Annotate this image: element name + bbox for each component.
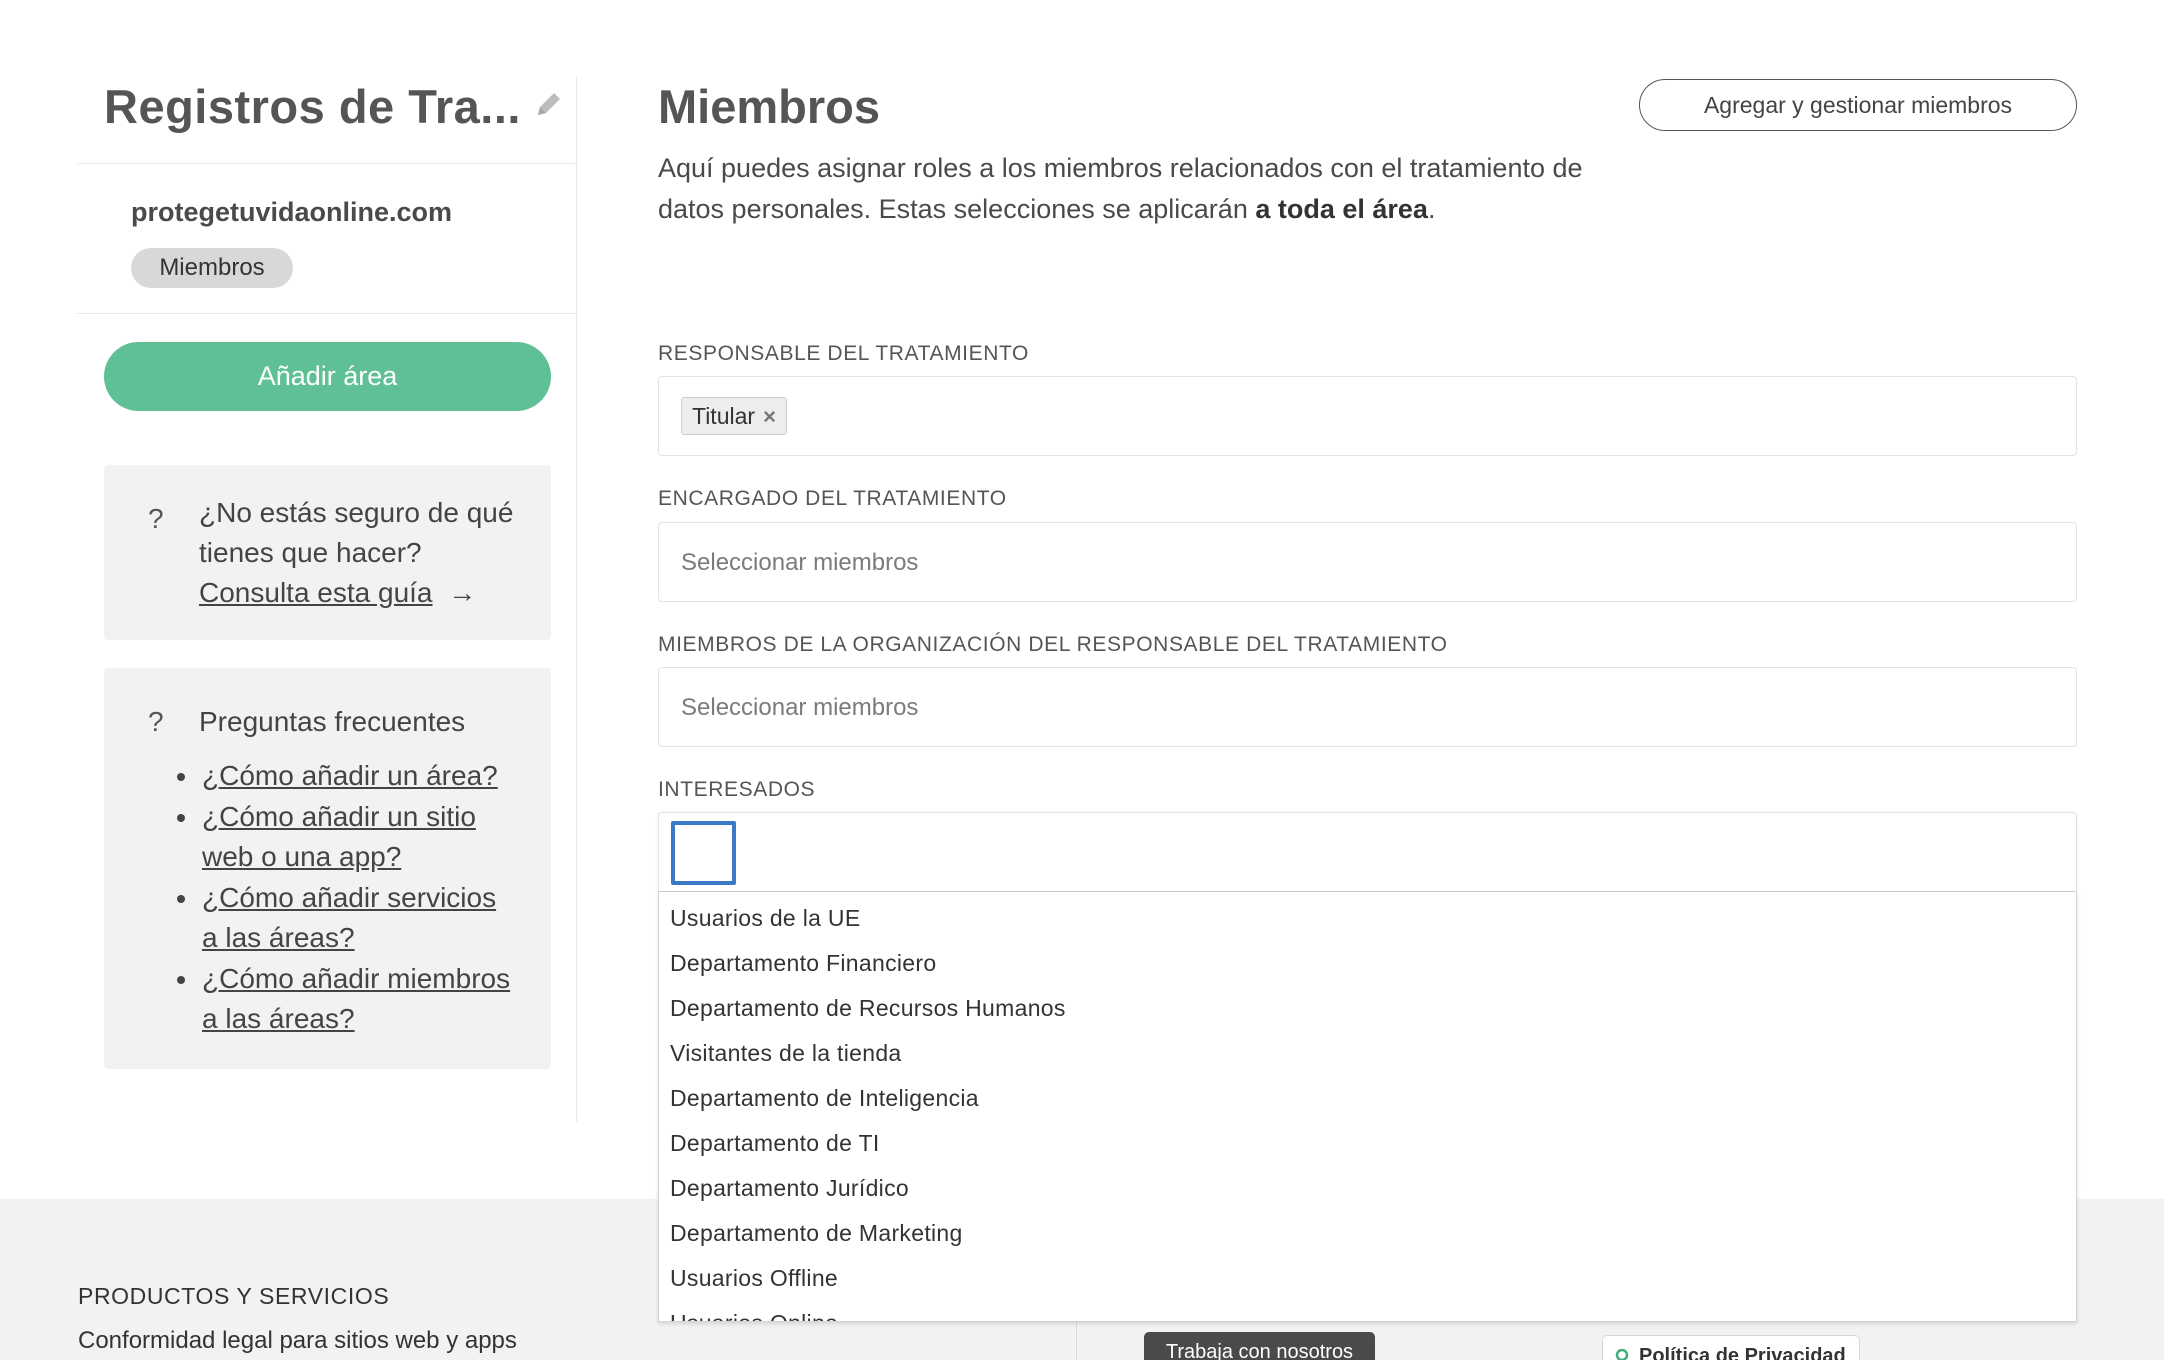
faq-link[interactable]: ¿Cómo añadir miembros a las áreas?: [202, 963, 510, 1034]
guide-link[interactable]: Consulta esta guía: [199, 577, 433, 608]
question-icon: ?: [148, 503, 164, 534]
sidebar-header: Registros de Tra...: [104, 77, 574, 163]
dropdown-option[interactable]: Departamento de TI: [670, 1130, 880, 1157]
dropdown-option[interactable]: Visitantes de la tienda: [670, 1040, 902, 1067]
select-placeholder: Seleccionar miembros: [681, 549, 919, 576]
dropdown-option[interactable]: Departamento Financiero: [670, 950, 936, 977]
description-suffix: .: [1427, 194, 1436, 224]
help-text-body: ¿No estás seguro de qué tienes que hacer…: [199, 497, 514, 568]
dropdown-menu: Usuarios de la UE Departamento Financier…: [658, 892, 2077, 1322]
description-bold: a toda el área: [1255, 194, 1428, 224]
faq-item: ¿Cómo añadir un área?: [177, 756, 517, 796]
close-icon[interactable]: ×: [763, 399, 776, 435]
privacy-policy-badge[interactable]: Política de Privacidad: [1602, 1335, 1860, 1360]
dropdown-option[interactable]: Usuarios Offline: [670, 1265, 838, 1292]
section-badge[interactable]: Miembros: [131, 248, 293, 288]
faq-link[interactable]: ¿Cómo añadir servicios a las áreas?: [202, 882, 496, 953]
processor-label: ENCARGADO DEL TRATAMIENTO: [658, 487, 1007, 510]
selected-tag: Titular ×: [681, 397, 787, 435]
data-subjects-label: INTERESADOS: [658, 778, 816, 801]
processor-select[interactable]: Seleccionar miembros: [658, 522, 2077, 602]
description-text: Aquí puedes asignar roles a los miembros…: [658, 153, 1583, 224]
dropdown-option[interactable]: Departamento de Recursos Humanos: [670, 995, 1066, 1022]
arrow-right-icon[interactable]: →: [448, 577, 476, 608]
sidebar: Registros de Tra... protegetuvidaonline.…: [77, 77, 577, 1122]
dropdown-option[interactable]: Usuarios Online: [670, 1310, 838, 1321]
add-area-button[interactable]: Añadir área: [104, 342, 551, 411]
dropdown-option[interactable]: Departamento de Inteligencia: [670, 1085, 979, 1112]
organization-members-label: MIEMBROS DE LA ORGANIZACIÓN DEL RESPONSA…: [658, 633, 1448, 656]
dropdown-option[interactable]: Usuarios de la UE: [670, 905, 860, 932]
faq-link[interactable]: ¿Cómo añadir un área?: [202, 760, 498, 791]
help-box: ? ¿No estás seguro de qué tienes que hac…: [104, 465, 551, 640]
ribbon-icon: [1615, 1345, 1629, 1360]
faq-item: ¿Cómo añadir servicios a las áreas?: [177, 878, 517, 958]
dropdown-option[interactable]: Departamento Jurídico: [670, 1175, 909, 1202]
manage-members-button[interactable]: Agregar y gestionar miembros: [1639, 79, 2077, 131]
divider: [77, 163, 575, 164]
faq-link[interactable]: ¿Cómo añadir un sitio web o una app?: [202, 801, 476, 872]
organization-members-select[interactable]: Seleccionar miembros: [658, 667, 2077, 747]
careers-button[interactable]: Trabaja con nosotros: [1144, 1332, 1375, 1360]
controller-select[interactable]: Titular ×: [658, 376, 2077, 456]
question-icon: ?: [148, 706, 164, 737]
select-placeholder: Seleccionar miembros: [681, 694, 919, 721]
help-text: ¿No estás seguro de qué tienes que hacer…: [199, 493, 539, 613]
faq-list: ¿Cómo añadir un área? ¿Cómo añadir un si…: [177, 756, 517, 1040]
pencil-icon[interactable]: [532, 87, 566, 121]
divider: [77, 313, 575, 314]
dropdown-option[interactable]: Departamento de Marketing: [670, 1220, 963, 1247]
faq-box: ? Preguntas frecuentes ¿Cómo añadir un á…: [104, 668, 551, 1069]
faq-item: ¿Cómo añadir miembros a las áreas?: [177, 959, 517, 1039]
data-subjects-select[interactable]: [658, 812, 2077, 892]
controller-label: RESPONSABLE DEL TRATAMIENTO: [658, 342, 1029, 365]
site-name: protegetuvidaonline.com: [131, 197, 453, 227]
page-title: Miembros: [658, 80, 880, 133]
footer-heading: PRODUCTOS Y SERVICIOS: [78, 1283, 390, 1309]
privacy-policy-label: Política de Privacidad: [1639, 1345, 1846, 1360]
faq-item: ¿Cómo añadir un sitio web o una app?: [177, 797, 517, 877]
footer-link[interactable]: Conformidad legal para sitios web y apps: [78, 1327, 517, 1355]
faq-title: Preguntas frecuentes: [199, 706, 466, 737]
page-description: Aquí puedes asignar roles a los miembros…: [658, 148, 1618, 230]
sidebar-title: Registros de Tra...: [104, 80, 521, 133]
tag-label: Titular: [692, 403, 756, 429]
search-input[interactable]: [671, 821, 736, 885]
